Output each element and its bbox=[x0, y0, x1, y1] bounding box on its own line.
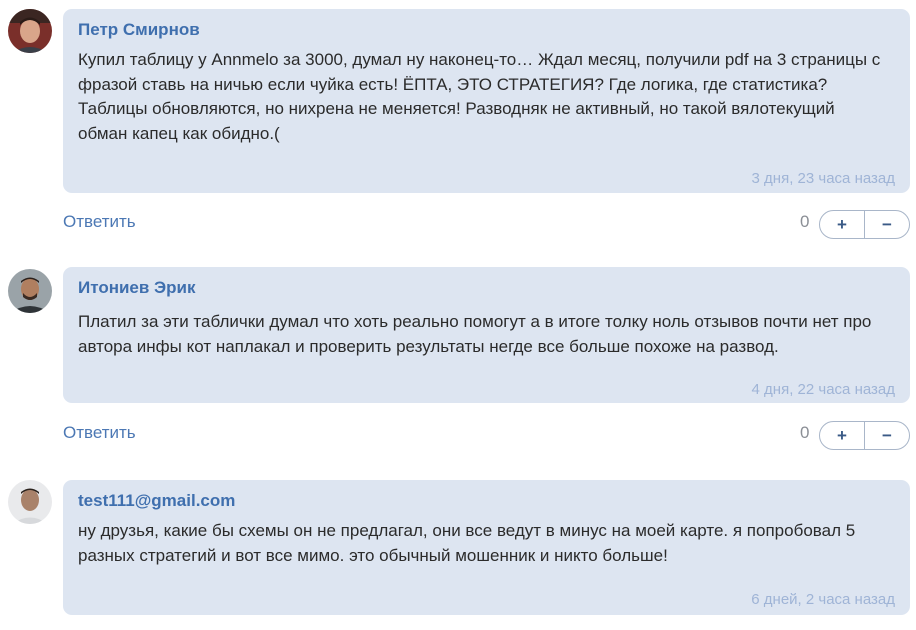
vote-score: 0 bbox=[800, 423, 810, 442]
comment-timestamp: 6 дней, 2 часа назад bbox=[751, 591, 895, 608]
comment-timestamp: 4 дня, 22 часа назад bbox=[751, 381, 895, 398]
comment-author[interactable]: test111@gmail.com bbox=[78, 491, 235, 511]
vote-score: 0 bbox=[800, 212, 810, 231]
vote-control: + − bbox=[819, 210, 910, 239]
comment-bubble: test111@gmail.com ну друзья, какие бы сх… bbox=[63, 480, 910, 615]
downvote-button[interactable]: − bbox=[864, 211, 909, 238]
downvote-button[interactable]: − bbox=[864, 422, 909, 449]
avatar[interactable] bbox=[8, 480, 52, 524]
comment-author[interactable]: Петр Смирнов bbox=[78, 20, 200, 40]
comment-text: ну друзья, какие бы схемы он не предлага… bbox=[78, 521, 856, 565]
comment-bubble: Петр Смирнов Купил таблицу у Annmelo за … bbox=[63, 9, 910, 193]
comment-text: Платил за эти таблички думал что хоть ре… bbox=[78, 312, 872, 356]
reply-link[interactable]: Ответить bbox=[63, 423, 136, 443]
avatar[interactable] bbox=[8, 9, 52, 53]
comment-bubble: Итониев Эрик Платил за эти таблички дума… bbox=[63, 267, 910, 403]
comment-text: Купил таблицу у Annmelo за 3000, думал н… bbox=[78, 50, 881, 143]
vote-control: + − bbox=[819, 421, 910, 450]
comment-author[interactable]: Итониев Эрик bbox=[78, 278, 196, 298]
upvote-button[interactable]: + bbox=[820, 422, 864, 449]
reply-link[interactable]: Ответить bbox=[63, 212, 136, 232]
upvote-button[interactable]: + bbox=[820, 211, 864, 238]
comment-timestamp: 3 дня, 23 часа назад bbox=[751, 170, 895, 187]
avatar[interactable] bbox=[8, 269, 52, 313]
